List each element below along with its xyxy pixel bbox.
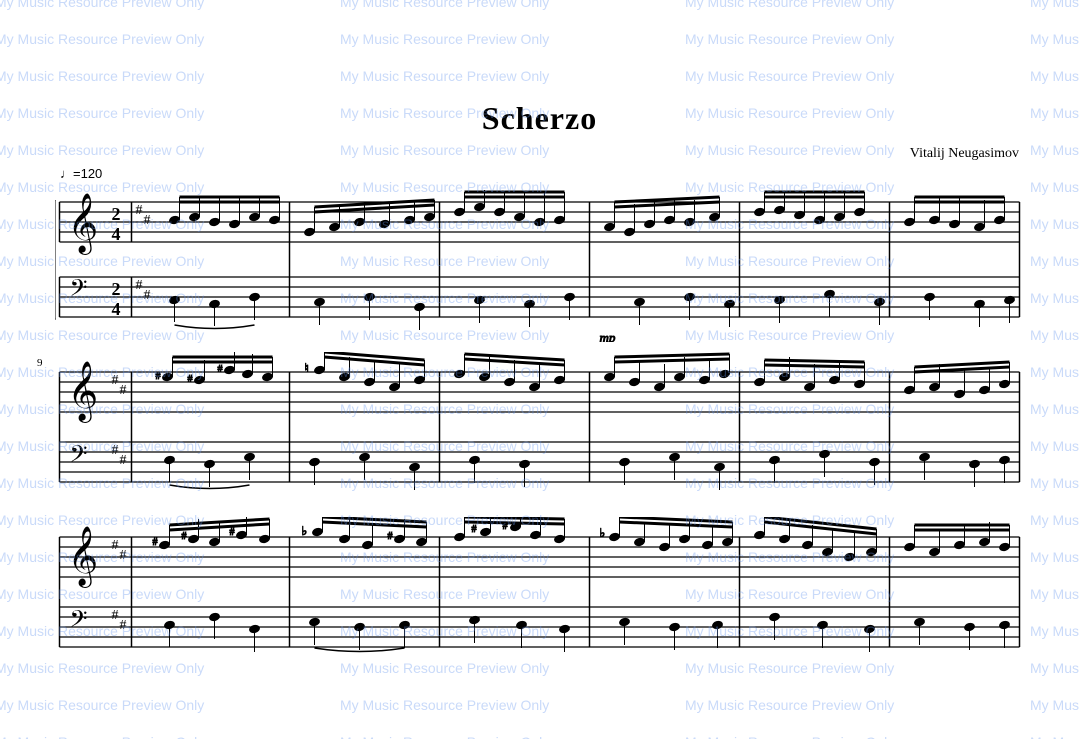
- svg-text:𝄞: 𝄞: [68, 361, 99, 423]
- svg-text:#: #: [188, 374, 193, 385]
- svg-text:#: #: [112, 608, 119, 623]
- svg-text:#: #: [120, 383, 127, 398]
- staff-system-3: 𝄞 𝄢 # # # # 17 # # #: [55, 517, 1024, 672]
- svg-text:#: #: [472, 524, 477, 535]
- svg-text:#: #: [144, 213, 151, 228]
- svg-text:♭: ♭: [600, 526, 606, 540]
- measure-number-9: 9: [37, 357, 43, 369]
- svg-text:#: #: [136, 203, 143, 218]
- svg-text:𝄞: 𝄞: [68, 193, 99, 255]
- svg-text:♮: ♮: [305, 361, 309, 375]
- staff-svg-2: 𝄞 𝄢 # # # # 9 # # #: [55, 352, 1024, 507]
- composer-name: Vitalij Neugasimov: [0, 142, 1079, 166]
- piece-title: Scherzo: [0, 100, 1079, 137]
- svg-text:2: 2: [112, 279, 121, 299]
- sheet-music: Scherzo Vitalij Neugasimov ♩=120: [0, 0, 1079, 739]
- svg-text:𝄞: 𝄞: [68, 526, 99, 588]
- svg-text:𝄢: 𝄢: [70, 607, 88, 638]
- svg-text:#: #: [120, 548, 127, 563]
- svg-text:#: #: [218, 364, 223, 375]
- svg-text:#: #: [153, 537, 158, 548]
- svg-text:#: #: [144, 288, 151, 303]
- svg-text:#: #: [120, 618, 127, 633]
- svg-text:#: #: [112, 538, 119, 553]
- svg-text:#: #: [120, 453, 127, 468]
- staff-svg-1: 𝄞 𝄢 2 4 2 4 # # # #: [55, 182, 1024, 342]
- staff-system-1: ♩=120: [55, 166, 1024, 342]
- svg-text:#: #: [112, 373, 119, 388]
- svg-text:4: 4: [112, 224, 121, 244]
- svg-text:𝄢: 𝄢: [70, 276, 88, 307]
- svg-text:#: #: [230, 527, 235, 538]
- staff-svg-3: 𝄞 𝄢 # # # # 17 # # #: [55, 517, 1024, 672]
- svg-text:#: #: [182, 531, 187, 542]
- svg-text:♭: ♭: [302, 524, 308, 538]
- svg-text:4: 4: [112, 299, 121, 319]
- svg-text:#: #: [136, 278, 143, 293]
- svg-text:#: #: [388, 531, 393, 542]
- svg-text:#: #: [112, 443, 119, 458]
- svg-text:mp: mp: [600, 330, 616, 342]
- svg-text:#: #: [156, 371, 161, 382]
- title-area: Scherzo: [0, 0, 1079, 142]
- svg-text:2: 2: [112, 204, 121, 224]
- staff-system-2: 9: [55, 352, 1024, 507]
- tempo-marking: ♩=120: [60, 166, 1024, 181]
- svg-text:𝄢: 𝄢: [70, 442, 88, 473]
